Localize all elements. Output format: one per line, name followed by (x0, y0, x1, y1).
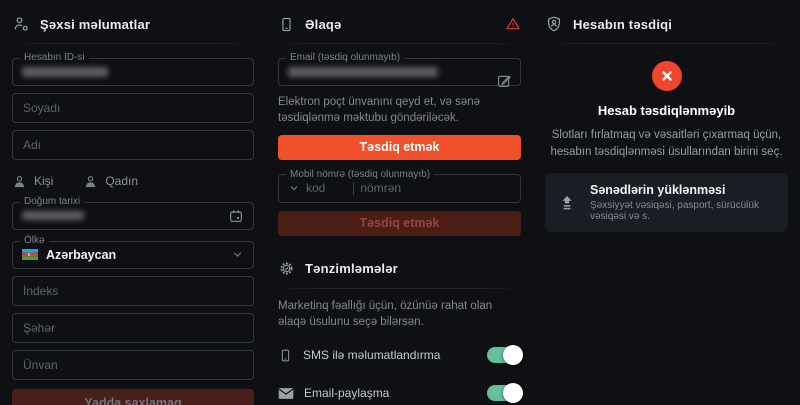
status-title: Hesab təsdiqlənməyib (545, 103, 788, 118)
email-note: Elektron poçt ünvanını qeyd et, və sənə … (278, 94, 521, 127)
section-title: Əlaqə (305, 17, 341, 32)
gear-icon (278, 260, 295, 277)
name-input[interactable] (12, 130, 254, 160)
contact-header: Əlaqə (278, 13, 521, 35)
phone-label: Mobil nömrə (təsdiq olunmayıb) (286, 170, 434, 180)
toggle-knob (503, 345, 523, 365)
gender-female-label: Qadın (105, 174, 138, 188)
upload-icon (557, 193, 577, 213)
divider (545, 43, 788, 44)
surname-input[interactable] (12, 93, 254, 123)
settings-header: Tənzimləmələr (278, 258, 521, 280)
verification-header: Hesabın təsdiqi (545, 13, 788, 35)
azerbaijan-flag-icon (22, 249, 38, 260)
personal-info-header: Şəxsi məlumatlar (12, 13, 254, 35)
sms-toggle[interactable] (487, 347, 521, 363)
envelope-icon (278, 387, 294, 400)
divider (278, 288, 521, 289)
account-id-value-redacted (22, 67, 108, 77)
divider (12, 43, 254, 44)
settings-note: Marketinq fəallığı üçün, özünüə rahat ol… (278, 298, 521, 331)
upload-documents-card[interactable]: Sənədlərin yüklənməsi Şəxsiyyət vəsiqəsi… (545, 173, 788, 232)
calendar-icon[interactable] (228, 208, 244, 224)
email-label: Email (təsdiq olunmayıb) (286, 53, 404, 63)
email-toggle[interactable] (487, 385, 521, 401)
birth-date-value-redacted (22, 211, 84, 220)
confirm-email-button[interactable]: Təsdiq etmək (278, 135, 521, 160)
shield-user-icon (545, 15, 563, 33)
warning-icon (505, 16, 521, 32)
gender-male-label: Kişi (34, 174, 53, 188)
error-x-icon (652, 61, 682, 91)
mobile-phone-icon (278, 16, 295, 33)
section-title: Şəxsi məlumatlar (40, 17, 150, 32)
personal-info-section: Şəxsi məlumatlar Hesabın ID-si Kişi (0, 0, 266, 405)
birth-date-field[interactable]: Doğum tarixi (12, 197, 254, 230)
toggle-knob (503, 383, 523, 403)
sms-toggle-row: SMS ilə məlumatlandırma (278, 345, 521, 365)
divider (278, 43, 521, 44)
email-value-redacted (288, 67, 438, 77)
divider (353, 182, 354, 195)
country-select[interactable]: Ölkə Azərbaycan (12, 236, 254, 269)
gender-male-option[interactable]: Kişi (12, 174, 53, 189)
section-title: Hesabın təsdiqi (573, 17, 672, 32)
sms-phone-icon (278, 348, 293, 363)
gender-selector: Kişi Qadın (12, 171, 254, 191)
email-toggle-row: Email-paylaşma (278, 383, 521, 403)
upload-card-title: Sənədlərin yüklənməsi (590, 183, 776, 197)
address-input[interactable] (12, 350, 254, 380)
verification-section: Hesabın təsdiqi Hesab təsdiqlənməyib Slo… (533, 0, 800, 405)
phone-code-chevron-icon[interactable] (288, 182, 300, 194)
postal-index-input[interactable] (12, 276, 254, 306)
section-title: Tənzimləmələr (305, 261, 398, 276)
male-person-icon (12, 174, 27, 189)
phone-field: Mobil nömrə (təsdiq olunmayıb) kod nömrə… (278, 170, 521, 203)
status-note: Slotları fırlatmaq və vəsaitləri çıxarma… (549, 127, 784, 160)
female-person-icon (83, 174, 98, 189)
save-button[interactable]: Yadda saxlamaq (12, 389, 254, 405)
contact-section: Əlaqə Email (təsdiq olunmayıb) (266, 0, 533, 405)
user-gear-icon (12, 15, 30, 33)
country-label: Ölkə (20, 236, 49, 246)
birth-date-label: Doğum tarixi (20, 197, 84, 207)
gender-female-option[interactable]: Qadın (83, 174, 138, 189)
account-settings-page: Şəxsi məlumatlar Hesabın ID-si Kişi (0, 0, 800, 405)
verification-status: Hesab təsdiqlənməyib Slotları fırlatmaq … (545, 61, 788, 160)
email-field: Email (təsdiq olunmayıb) (278, 53, 521, 86)
phone-number-input[interactable]: nömrən (360, 181, 401, 195)
email-toggle-label: Email-paylaşma (304, 386, 477, 400)
chevron-down-icon (231, 248, 244, 261)
sms-toggle-label: SMS ilə məlumatlandırma (303, 348, 477, 362)
country-value: Azərbaycan (46, 248, 116, 262)
account-id-field: Hesabın ID-si (12, 53, 254, 86)
phone-code-placeholder[interactable]: kod (306, 181, 325, 195)
account-id-label: Hesabın ID-si (20, 53, 89, 63)
edit-email-icon[interactable] (496, 73, 512, 89)
city-input[interactable] (12, 313, 254, 343)
confirm-phone-button[interactable]: Təsdiq etmək (278, 211, 521, 236)
upload-card-subtitle: Şəxsiyyət vəsiqəsi, pasport, sürücülük v… (590, 200, 776, 222)
